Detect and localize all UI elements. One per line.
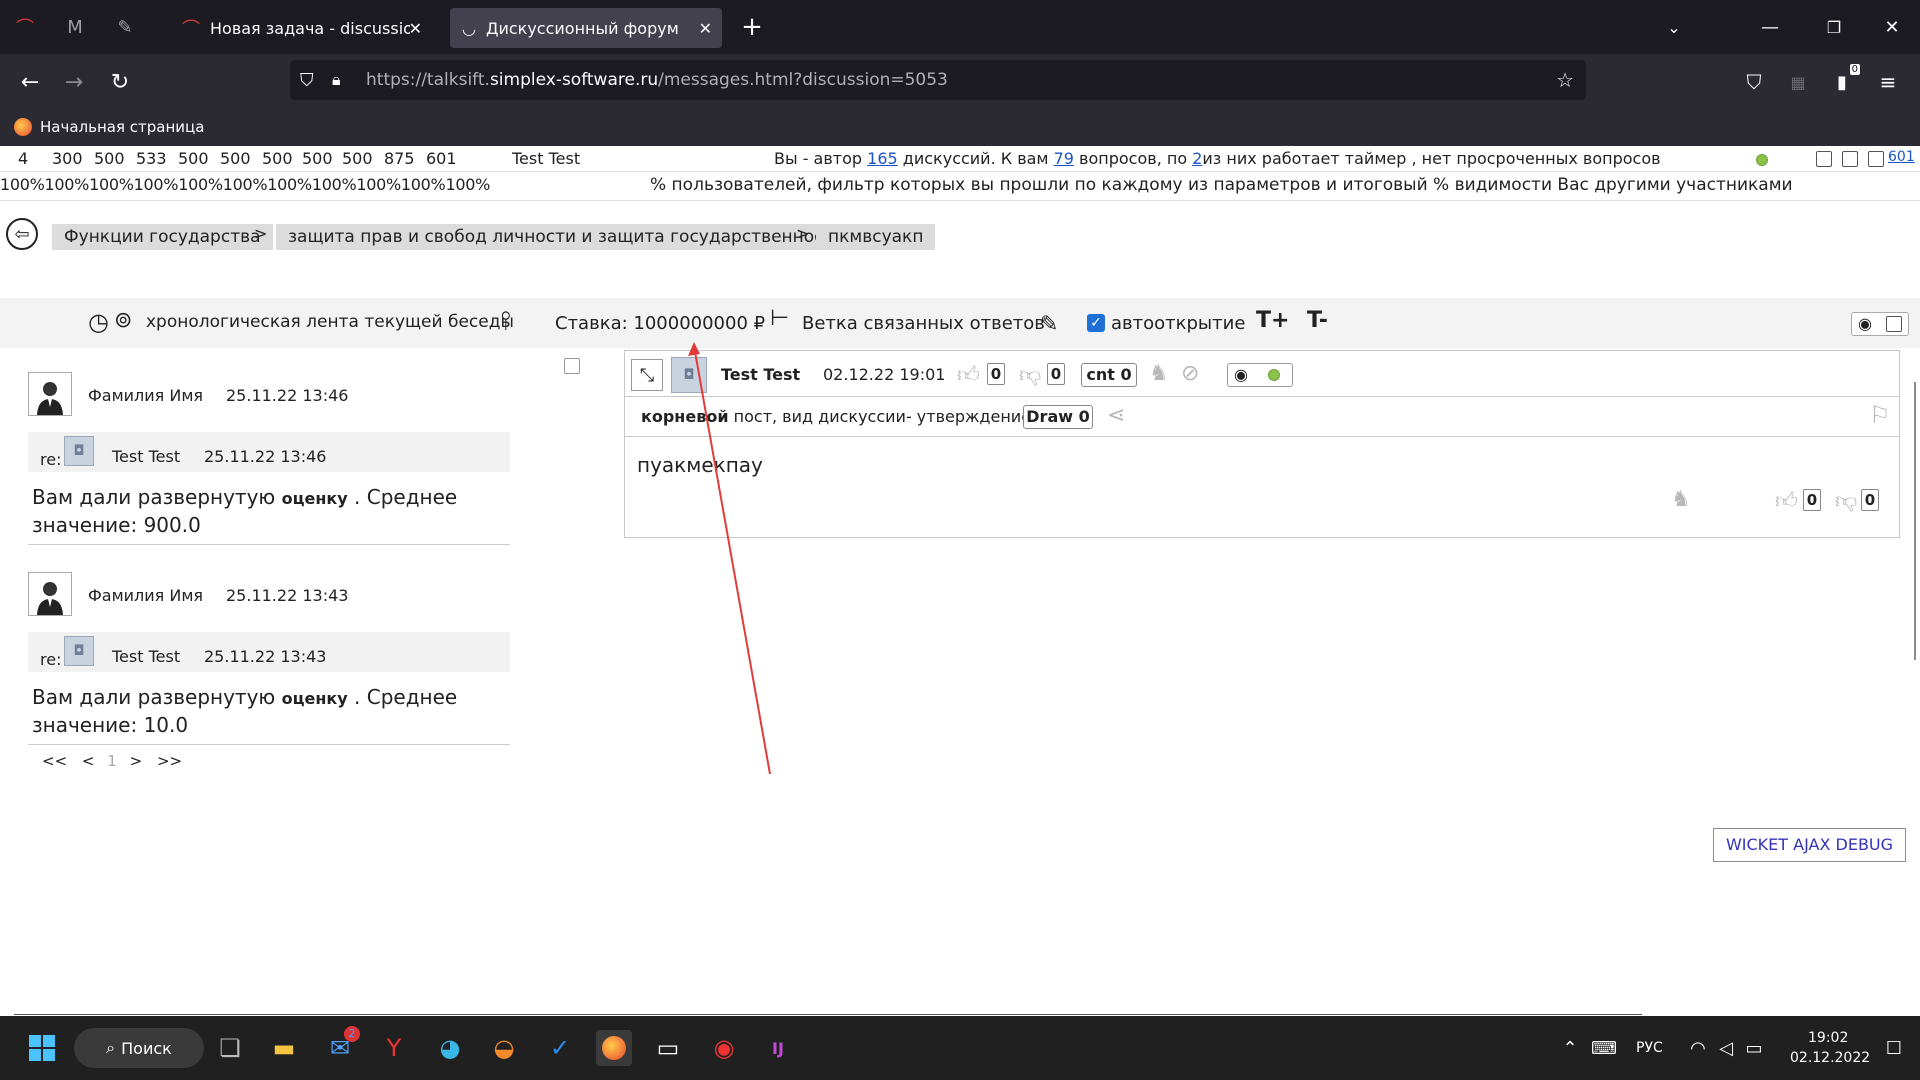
mail-badge: 2 (344, 1026, 360, 1042)
url-bar[interactable]: ⛉ 🔒︎ https://talksift.simplex-software.r… (290, 60, 1586, 100)
extension-icon[interactable]: ▦ (1782, 66, 1814, 98)
search-icon: ⌕ (106, 1038, 116, 1057)
task-view-icon[interactable]: ❏ (212, 1030, 248, 1066)
keyboard-icon[interactable]: ⌨ (1586, 1030, 1622, 1066)
tab-title: Новая задача - discussion - Re (210, 18, 410, 38)
close-icon[interactable]: ✕ (409, 19, 422, 38)
firefox-icon (602, 1036, 626, 1060)
bookmarks-bar: Начальная страница (0, 110, 1920, 146)
arrow-line (693, 345, 771, 775)
annotation-arrow (688, 342, 771, 775)
list-tabs-icon[interactable]: ⌄ (1658, 11, 1690, 43)
arrow-head (688, 342, 700, 356)
pinned-tab-mail[interactable]: M (62, 14, 88, 40)
windows-start-icon[interactable] (24, 1030, 60, 1066)
language-indicator[interactable]: РУС (1636, 1040, 1663, 1056)
battery-icon[interactable]: ▭ (1736, 1030, 1772, 1066)
mask-icon: ◡ (462, 18, 476, 38)
tab-new-task[interactable]: ⌒ Новая задача - discussion - Re ✕ (170, 8, 432, 48)
page-bottom-line (14, 1014, 1642, 1015)
file-explorer-icon[interactable]: ▬ (266, 1030, 302, 1066)
browser-tab-bar: ⌒ M ✎ ⌒ Новая задача - discussion - Re ✕… (0, 0, 1920, 54)
minimize-button[interactable]: — (1754, 11, 1786, 43)
restore-button[interactable]: ❐ (1818, 11, 1850, 43)
new-tab-button[interactable]: + (736, 11, 768, 43)
firefox-taskbar-icon[interactable] (596, 1030, 632, 1066)
windows-logo (29, 1035, 55, 1061)
bookmark-home[interactable]: Начальная страница (40, 118, 204, 136)
taskbar: ⌕ Поиск ❏ ▬ ✉ 2 Y ◕ ◒ ✓ ▭ ◉ IJ ⌃ ⌨ РУС ◠ ◁… (0, 1016, 1920, 1080)
pinned-tab-feather[interactable]: ✎ (112, 14, 138, 40)
reload-button[interactable]: ↻ (104, 66, 136, 98)
terminal-icon[interactable]: ▭ (650, 1030, 686, 1066)
mail-icon[interactable]: ✉ 2 (322, 1026, 360, 1066)
forward-button[interactable]: → (58, 66, 90, 98)
shield-icon[interactable]: ⛉ (300, 70, 314, 91)
intellij-icon[interactable]: IJ (760, 1030, 796, 1066)
taskbar-search[interactable]: ⌕ Поиск (74, 1028, 204, 1068)
clock-time[interactable]: 19:02 (1808, 1030, 1848, 1046)
edge-icon[interactable]: ◕ (432, 1030, 468, 1066)
back-button[interactable]: ← (14, 66, 46, 98)
tab-title: Дискуссионный форум (485, 18, 679, 38)
redmine-icon: ⌒ (182, 19, 200, 40)
wicket-debug-button[interactable]: WICKET AJAX DEBUG (1713, 828, 1906, 862)
lock-icon[interactable]: 🔒︎ (332, 70, 341, 90)
firefox-icon (14, 118, 32, 136)
menu-icon[interactable]: ≡ (1872, 66, 1904, 98)
tab-forum[interactable]: ◡ Дискуссионный форум ✕ (450, 8, 722, 48)
close-icon[interactable]: ✕ (699, 19, 712, 38)
yandex-browser-icon[interactable]: Y (376, 1030, 412, 1066)
record-icon[interactable]: ◉ (706, 1030, 742, 1066)
tray-chevron-icon[interactable]: ⌃ (1552, 1030, 1588, 1066)
pocket-icon[interactable]: ⛉ (1738, 66, 1770, 98)
extension-badge: 0 (1849, 64, 1860, 75)
clock-date[interactable]: 02.12.2022 (1790, 1050, 1870, 1066)
app-icon[interactable]: ◒ (486, 1030, 522, 1066)
bookmark-star-icon[interactable]: ☆ (1556, 68, 1574, 92)
window-close-button[interactable]: ✕ (1876, 11, 1908, 43)
url-text[interactable]: https://talksift.simplex-software.ru/mes… (366, 70, 948, 90)
tasks-icon[interactable]: ✓ (542, 1030, 578, 1066)
extensions-badge-icon[interactable]: ▮ 0 (1826, 64, 1860, 98)
page-content: 4 300 500 533 500 500 500 500 500 875 60… (0, 146, 1920, 1016)
pinned-tab-redmine[interactable]: ⌒ (12, 14, 38, 40)
browser-nav-bar: ← → ↻ ⛉ 🔒︎ https://talksift.simplex-soft… (0, 54, 1920, 110)
notifications-icon[interactable]: ☐ (1876, 1030, 1912, 1066)
